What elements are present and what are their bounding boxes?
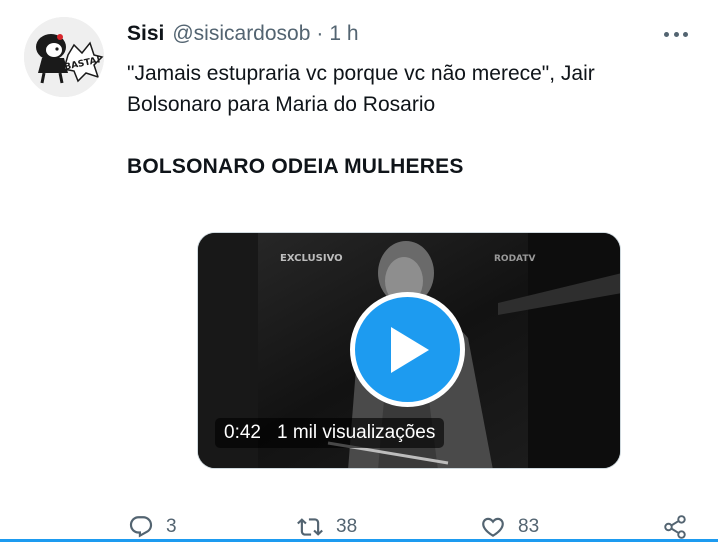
video-info: 0:42 1 mil visualizações <box>215 418 445 448</box>
tweet[interactable]: BASTA! Sisi @sisicardosob · 1 h "Jamais … <box>0 0 718 542</box>
retweet-icon <box>297 518 323 536</box>
share-icon <box>664 515 686 539</box>
play-icon <box>390 326 429 373</box>
action-bar: 3 38 83 <box>0 512 718 542</box>
tweet-header: Sisi @sisicardosob · 1 h <box>127 21 359 47</box>
tweet-headline: BOLSONARO ODEIA MULHERES <box>127 155 464 178</box>
retweet-count: 38 <box>336 516 358 537</box>
retweet-button[interactable]: 38 <box>296 512 357 542</box>
tweet-text: "Jamais estupraria vc porque vc não mere… <box>127 58 687 120</box>
video-duration: 0:42 <box>224 422 261 443</box>
avatar-image: BASTA! <box>24 17 104 97</box>
video-overlay-right: RODATV <box>494 254 535 264</box>
reply-icon <box>129 516 153 538</box>
timestamp[interactable]: 1 h <box>329 22 358 46</box>
share-button[interactable] <box>662 512 688 542</box>
author-handle[interactable]: @sisicardosob <box>172 22 310 46</box>
avatar[interactable]: BASTA! <box>24 17 104 97</box>
like-button[interactable]: 83 <box>480 512 539 542</box>
tweet-text-line: "Jamais estupraria vc porque vc não mere… <box>127 62 595 85</box>
separator-dot: · <box>316 22 324 45</box>
reply-count: 3 <box>166 516 177 537</box>
video-overlay-left: EXCLUSIVO <box>280 253 343 264</box>
reply-button[interactable]: 3 <box>128 512 177 542</box>
video-views: 1 mil visualizações <box>276 422 436 443</box>
like-icon <box>482 517 504 537</box>
author-name[interactable]: Sisi <box>127 22 164 46</box>
play-button[interactable] <box>350 292 465 407</box>
like-count: 83 <box>518 516 540 537</box>
tweet-text-line: Bolsonaro para Maria do Rosario <box>127 93 436 116</box>
more-icon[interactable] <box>664 24 688 44</box>
